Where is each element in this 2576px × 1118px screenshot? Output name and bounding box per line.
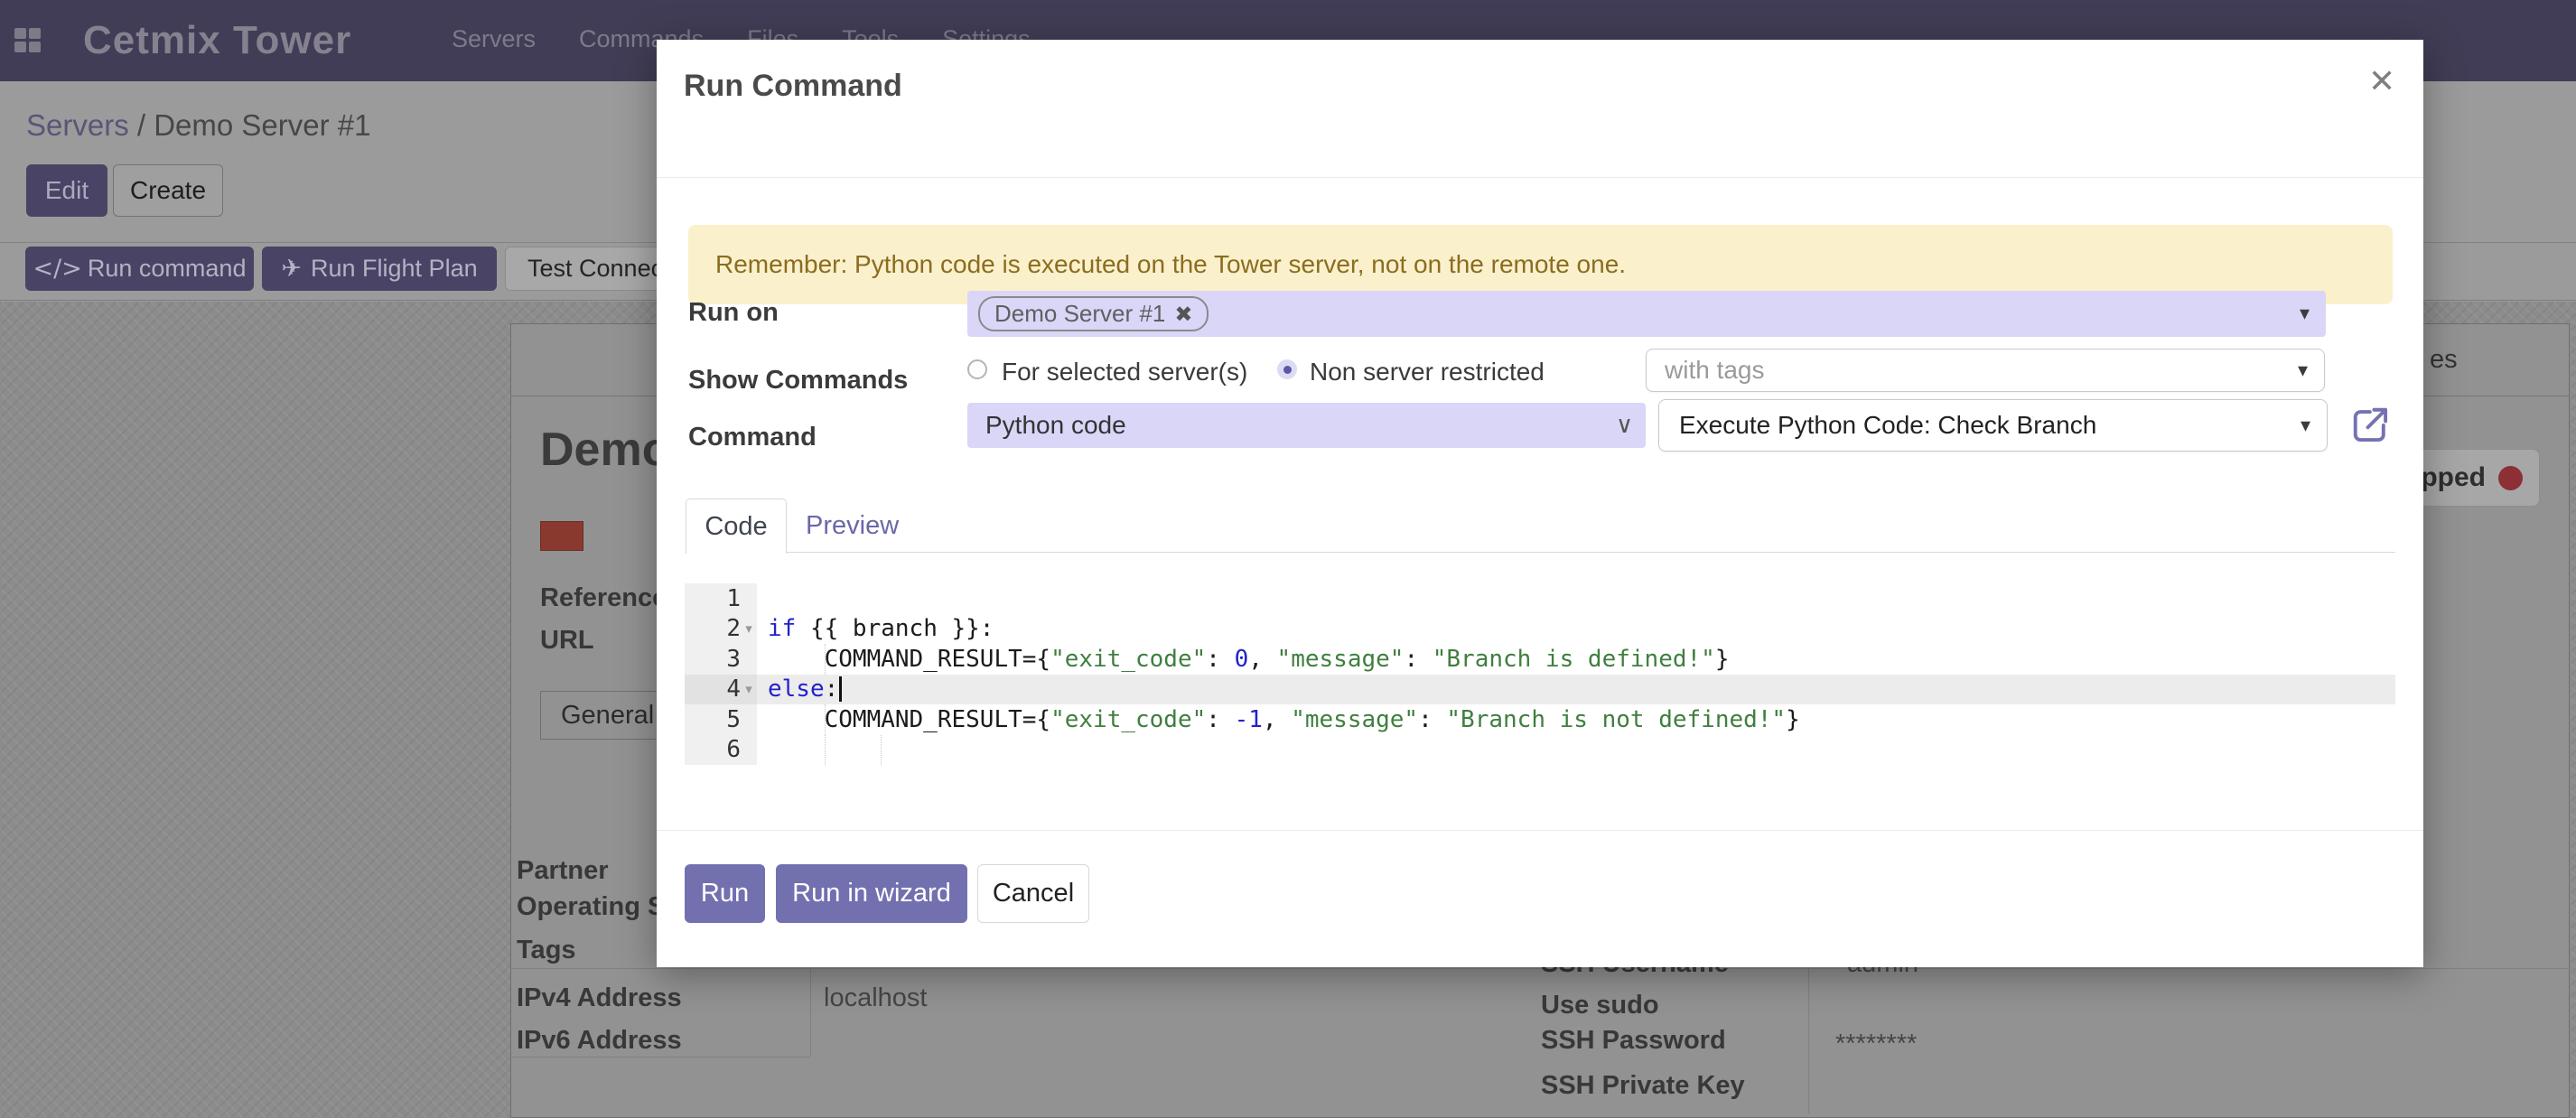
run-on-select[interactable]: Demo Server #1 ✖ ▾: [967, 291, 2326, 337]
ipv6-label: IPv6 Address: [517, 1026, 682, 1056]
nav-item-servers[interactable]: Servers: [452, 25, 536, 53]
command-type-value: Python code: [985, 411, 1126, 440]
ssh-password-value: ********: [1835, 1029, 1917, 1059]
code-icon: </>: [33, 255, 82, 283]
tab-preview[interactable]: Preview: [806, 511, 899, 541]
gutter-line-5[interactable]: 5: [685, 704, 757, 735]
chevron-down-icon: ▾: [2301, 415, 2310, 437]
status-red-dot-icon: [2498, 466, 2523, 490]
screen: es Demo Server #1 Reference URL General …: [0, 0, 2576, 1118]
text-cursor: [839, 676, 842, 702]
modal-title: Run Command: [684, 69, 902, 104]
server-tag-label: Demo Server #1: [994, 300, 1165, 328]
tab-bottom-border: [686, 552, 2395, 553]
run-in-wizard-button[interactable]: Run in wizard: [776, 864, 967, 923]
radio-non-server-restricted-label[interactable]: Non server restricted: [1310, 358, 1545, 387]
reference-label: Reference: [540, 583, 667, 613]
ipv4-label: IPv4 Address: [517, 983, 682, 1013]
smart-button-partial[interactable]: es: [2430, 345, 2458, 375]
close-icon[interactable]: ✕: [2368, 63, 2395, 100]
apps-grid-icon[interactable]: [14, 28, 42, 53]
edit-button[interactable]: Edit: [26, 164, 107, 217]
radio-for-selected-servers[interactable]: [967, 359, 987, 379]
tag-remove-icon[interactable]: ✖: [1174, 302, 1192, 327]
command-type-select[interactable]: Python code ∨: [967, 403, 1646, 448]
right-column-divider: [1808, 969, 1809, 1113]
server-tag[interactable]: Demo Server #1 ✖: [978, 296, 1209, 331]
breadcrumb-current: Demo Server #1: [154, 108, 370, 142]
radio-for-selected-servers-label[interactable]: For selected server(s): [1002, 358, 1247, 387]
gutter-line-2[interactable]: 2▾: [685, 614, 757, 645]
use-sudo-label: Use sudo: [1541, 991, 1659, 1020]
command-value: Execute Python Code: Check Branch: [1679, 411, 2096, 440]
run-flight-plan-label: Run Flight Plan: [311, 255, 478, 283]
chevron-down-icon: ∨: [1616, 412, 1633, 439]
gutter-line-4[interactable]: 4▾: [685, 675, 757, 705]
breadcrumb-separator: /: [137, 108, 145, 142]
editor-gutter: 12▾34▾56: [685, 583, 757, 765]
tab-code[interactable]: Code: [686, 498, 787, 554]
run-command-modal: Run Command ✕ Remember: Python code is e…: [657, 40, 2423, 967]
chevron-down-icon: ▾: [2298, 359, 2308, 382]
brand-title[interactable]: Cetmix Tower: [83, 18, 351, 63]
tab-code-label: Code: [705, 512, 767, 542]
gutter-line-1[interactable]: 1: [685, 583, 757, 614]
left-column-divider: [810, 969, 811, 1056]
code-line-1[interactable]: [757, 583, 2395, 614]
breadcrumb: Servers / Demo Server #1: [26, 108, 370, 143]
ssh-password-label: SSH Password: [1541, 1026, 1726, 1056]
code-line-2[interactable]: if {{ branch }}:: [757, 614, 2395, 645]
run-command-button[interactable]: </>Run command: [25, 247, 254, 291]
code-line-4[interactable]: else:: [757, 675, 2395, 705]
modal-footer-divider: [657, 830, 2423, 831]
code-line-6[interactable]: [757, 735, 2395, 766]
code-line-3[interactable]: COMMAND_RESULT={"exit_code": 0, "message…: [757, 644, 2395, 675]
gutter-line-6[interactable]: 6: [685, 735, 757, 766]
code-editor[interactable]: 12▾34▾56 if {{ branch }}: COMMAND_RESULT…: [685, 583, 2395, 765]
tags-label: Tags: [517, 936, 576, 965]
cancel-button[interactable]: Cancel: [977, 864, 1089, 923]
group-divider: [510, 968, 2570, 969]
show-commands-label: Show Commands: [688, 366, 908, 396]
fold-arrow-icon[interactable]: ▾: [741, 620, 757, 637]
run-on-label: Run on: [688, 298, 779, 328]
create-button[interactable]: Create: [113, 164, 223, 217]
chevron-down-icon: ▾: [2300, 303, 2310, 325]
color-swatch: [540, 521, 583, 551]
with-tags-placeholder: with tags: [1665, 356, 1765, 385]
run-flight-plan-button[interactable]: ✈ Run Flight Plan: [262, 247, 497, 291]
url-label: URL: [540, 626, 594, 656]
run-command-label: Run command: [88, 255, 247, 283]
run-button[interactable]: Run: [685, 864, 765, 923]
with-tags-select[interactable]: with tags ▾: [1646, 349, 2325, 392]
external-link-icon[interactable]: [2350, 405, 2392, 446]
tab-general-label: General: [561, 701, 654, 731]
command-select[interactable]: Execute Python Code: Check Branch ▾: [1658, 399, 2328, 452]
ipv4-value: localhost: [824, 983, 927, 1013]
ssh-private-key-label: SSH Private Key: [1541, 1071, 1745, 1101]
partner-label: Partner: [517, 856, 609, 886]
fold-arrow-icon[interactable]: ▾: [741, 681, 757, 697]
plane-icon: ✈: [281, 255, 302, 283]
command-label: Command: [688, 423, 817, 452]
radio-non-server-restricted[interactable]: [1277, 359, 1297, 379]
modal-header-divider: [657, 177, 2423, 178]
warning-alert-text: Remember: Python code is executed on the…: [715, 250, 1626, 279]
breadcrumb-servers-link[interactable]: Servers: [26, 108, 129, 142]
gutter-line-3[interactable]: 3: [685, 644, 757, 675]
code-line-5[interactable]: COMMAND_RESULT={"exit_code": -1, "messag…: [757, 704, 2395, 735]
